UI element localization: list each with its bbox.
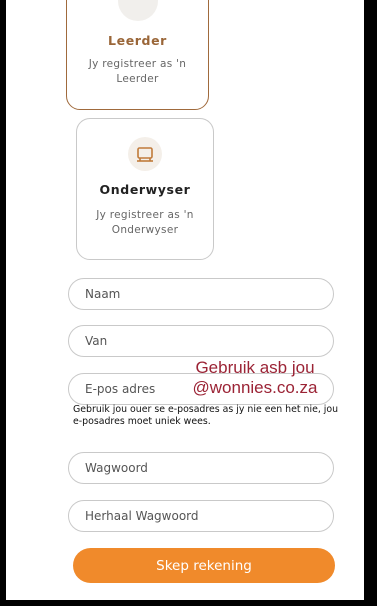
student-icon	[117, 0, 158, 21]
role-title: Leerder	[108, 33, 167, 48]
create-account-button[interactable]: Skep rekening	[73, 548, 335, 583]
repeat-password-input[interactable]	[68, 500, 334, 532]
role-description: Jy registreer as 'n Leerder	[88, 58, 187, 85]
whiteboard-icon	[128, 137, 162, 171]
role-description: Jy registreer as 'n Onderwyser	[96, 209, 194, 236]
email-hint: Gebruik jou ouer se e-posadres as jy nie…	[73, 404, 339, 427]
role-card-teacher[interactable]: Onderwyser Jy registreer as 'n Onderwyse…	[76, 118, 214, 260]
role-title: Onderwyser	[99, 182, 191, 197]
surname-input[interactable]	[68, 325, 334, 357]
email-domain-note: Gebruik asb jou @wonnies.co.za	[192, 358, 318, 397]
signup-screen: Leerder Jy registreer as 'n Leerder Onde…	[6, 0, 366, 600]
password-input[interactable]	[68, 452, 334, 484]
first-name-input[interactable]	[68, 278, 334, 310]
role-card-learner[interactable]: Leerder Jy registreer as 'n Leerder	[66, 0, 209, 110]
